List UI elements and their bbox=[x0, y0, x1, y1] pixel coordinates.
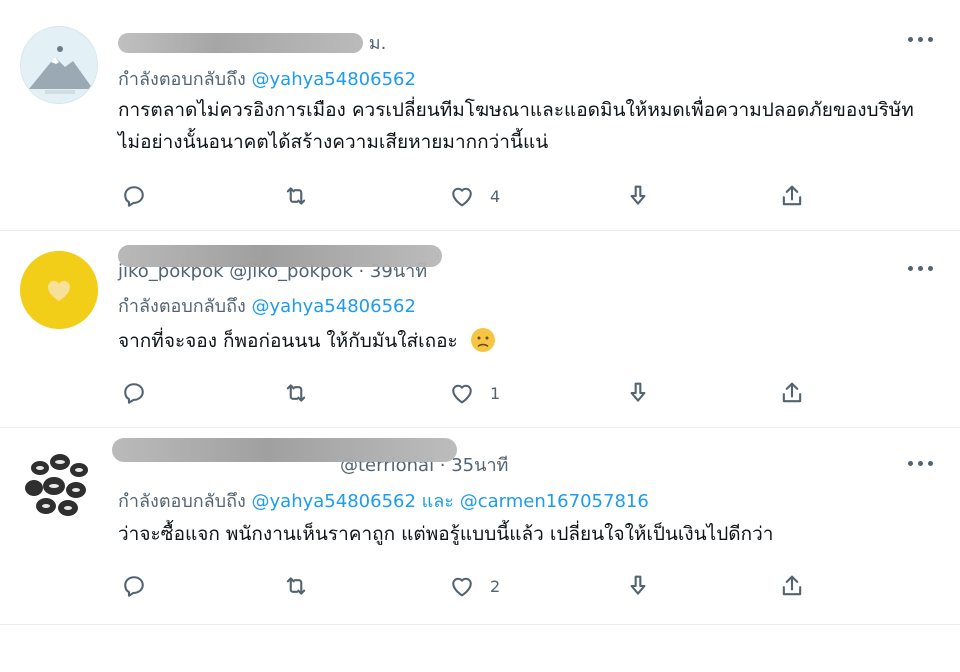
avatar[interactable] bbox=[20, 251, 98, 329]
more-options-button[interactable] bbox=[908, 263, 934, 275]
retweet-button[interactable] bbox=[282, 377, 310, 409]
replying-prefix: กำลังตอบกลับถึง bbox=[118, 491, 246, 512]
heart-icon bbox=[452, 577, 472, 597]
tweet[interactable]: jiko_pokpok @jiko_pokpok · 39นาที กำลังต… bbox=[0, 231, 960, 428]
avatar[interactable] bbox=[20, 26, 98, 104]
redacted-username bbox=[118, 32, 363, 53]
share-icon bbox=[782, 185, 802, 206]
mention-joiner: และ bbox=[421, 491, 454, 512]
reply-icon bbox=[124, 576, 144, 597]
replying-to: กำลังตอบกลับถึง @yahya54806562 และ @carm… bbox=[118, 486, 649, 515]
replying-prefix: กำลังตอบกลับถึง bbox=[118, 69, 246, 90]
tweet-text: การตลาดไม่ควรอิงการเมือง ควรเปลี่ยนทีมโฆ… bbox=[118, 99, 914, 153]
tweet-header-text: ม. bbox=[368, 33, 387, 54]
like-button[interactable]: 4 bbox=[448, 180, 500, 212]
reply-icon bbox=[124, 186, 144, 207]
dot-icon bbox=[908, 266, 913, 271]
tweet-actions: 2 bbox=[118, 570, 818, 602]
dot-icon bbox=[918, 461, 923, 466]
share-button[interactable] bbox=[778, 570, 806, 602]
heart-icon bbox=[20, 251, 98, 329]
arrow-down-icon bbox=[630, 185, 646, 205]
replying-prefix: กำลังตอบกลับถึง bbox=[118, 296, 246, 317]
downvote-button[interactable] bbox=[624, 377, 652, 409]
replying-to: กำลังตอบกลับถึง @yahya54806562 bbox=[118, 291, 416, 320]
share-button[interactable] bbox=[778, 180, 806, 212]
like-button[interactable]: 1 bbox=[448, 377, 500, 409]
dot-icon bbox=[928, 461, 933, 466]
more-options-button[interactable] bbox=[908, 458, 934, 470]
dot-icon bbox=[908, 37, 913, 42]
like-count: 2 bbox=[490, 576, 501, 596]
dot-icon bbox=[928, 37, 933, 42]
mention-link[interactable]: @carmen167057816 bbox=[460, 491, 649, 512]
reply-button[interactable] bbox=[120, 180, 148, 212]
tweet-header: ม. bbox=[118, 28, 386, 56]
like-count: 4 bbox=[490, 186, 501, 206]
dot-icon bbox=[928, 266, 933, 271]
share-button[interactable] bbox=[778, 377, 806, 409]
arrow-down-icon bbox=[630, 382, 646, 402]
like-count: 1 bbox=[490, 383, 501, 403]
more-options-button[interactable] bbox=[908, 34, 934, 46]
shells-icon bbox=[20, 446, 98, 524]
replying-to: กำลังตอบกลับถึง @yahya54806562 bbox=[118, 64, 416, 93]
like-button[interactable]: 2 bbox=[448, 570, 500, 602]
dot-icon bbox=[908, 461, 913, 466]
tweet-text: ว่าจะซื้อแจก พนักงานเห็นราคาถูก แต่พอรู้… bbox=[118, 523, 774, 545]
tweet-text: จากที่จะจอง ก็พอก่อนนน ให้กับมันใส่เถอะ bbox=[118, 325, 918, 357]
retweet-icon bbox=[286, 187, 306, 205]
retweet-button[interactable] bbox=[282, 570, 310, 602]
retweet-icon bbox=[286, 577, 306, 595]
tweet[interactable]: ม. กำลังตอบกลับถึง @yahya54806562 การตลา… bbox=[0, 0, 960, 231]
downvote-button[interactable] bbox=[624, 180, 652, 212]
mention-link[interactable]: @yahya54806562 bbox=[252, 296, 416, 317]
redacted-username bbox=[112, 438, 457, 462]
downvote-button[interactable] bbox=[624, 570, 652, 602]
disappointed-face-icon bbox=[470, 328, 495, 352]
heart-icon bbox=[452, 187, 472, 207]
reply-icon bbox=[124, 383, 144, 404]
retweet-icon bbox=[286, 384, 306, 402]
tweet-actions: 4 bbox=[118, 180, 818, 212]
tweet-text-content: จากที่จะจอง ก็พอก่อนนน ให้กับมันใส่เถอะ bbox=[118, 330, 458, 352]
mention-link[interactable]: @yahya54806562 bbox=[252, 491, 416, 512]
mention-link[interactable]: @yahya54806562 bbox=[252, 69, 416, 90]
heart-icon bbox=[452, 384, 472, 404]
tweet-feed: ม. กำลังตอบกลับถึง @yahya54806562 การตลา… bbox=[0, 0, 960, 672]
dot-icon bbox=[918, 37, 923, 42]
arrow-down-icon bbox=[630, 575, 646, 595]
tweet[interactable]: @terrionai · 35นาที กำลังตอบกลับถึง @yah… bbox=[0, 428, 960, 625]
redacted-username bbox=[118, 245, 442, 267]
share-icon bbox=[782, 575, 802, 596]
share-icon bbox=[782, 382, 802, 403]
avatar[interactable] bbox=[20, 446, 98, 524]
retweet-button[interactable] bbox=[282, 180, 310, 212]
dot-icon bbox=[918, 266, 923, 271]
tweet-actions: 1 bbox=[118, 377, 818, 409]
reply-button[interactable] bbox=[120, 377, 148, 409]
reply-button[interactable] bbox=[120, 570, 148, 602]
mountain-icon bbox=[21, 27, 97, 103]
